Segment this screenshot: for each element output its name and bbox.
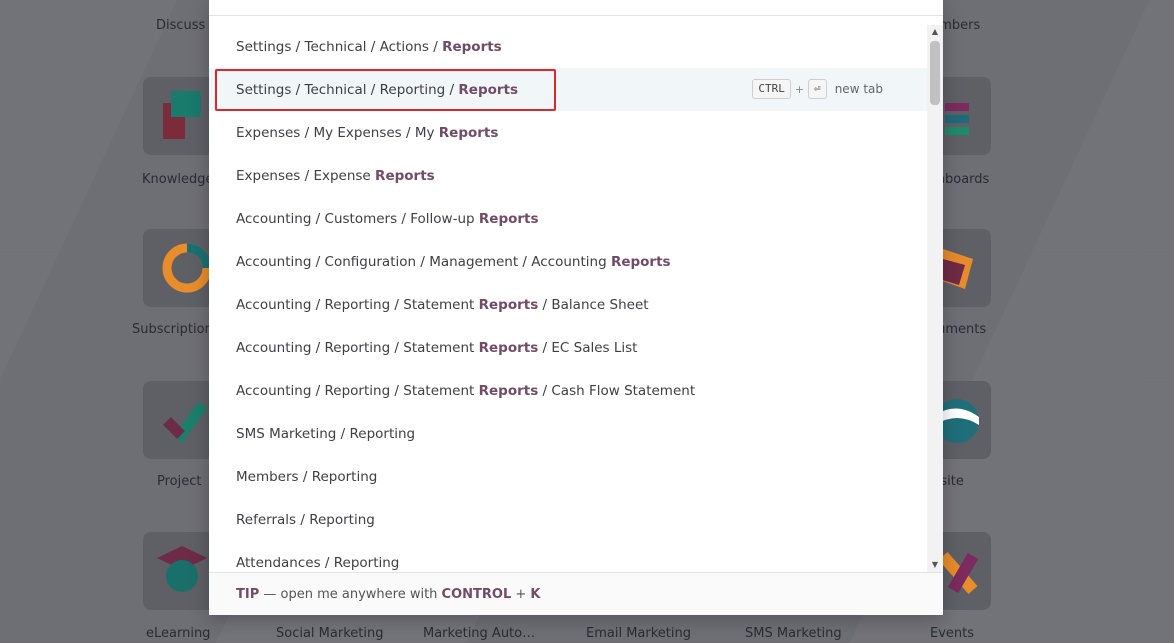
result-row[interactable]: Expenses / Expense Reports [209,154,927,197]
result-row[interactable]: Accounting / Reporting / Statement Repor… [209,369,927,412]
result-row[interactable]: Accounting / Configuration / Management … [209,240,927,283]
palette-footer-tip: TIP — open me anywhere with CONTROL + K [209,572,943,615]
scrollbar-thumb[interactable] [930,41,940,105]
result-row[interactable]: Expenses / My Expenses / My Reports [209,111,927,154]
result-text: Accounting / Reporting / Statement Repor… [236,296,649,313]
result-text: Referrals / Reporting [236,511,375,528]
result-text: Accounting / Reporting / Statement Repor… [236,382,696,399]
search-divider [209,15,943,16]
app-label-social-marketing: Social Marketing [276,626,384,641]
result-text: Expenses / Expense Reports [236,167,435,184]
result-row[interactable]: SMS Marketing / Reporting [209,412,927,455]
k-key: K [530,586,541,602]
tip-text: — open me anywhere with [259,586,442,602]
result-text: Accounting / Reporting / Statement Repor… [236,339,638,356]
new-tab-shortcut-hint: CTRL + ⏎ new tab [752,79,883,99]
plus-sign: + [794,82,805,96]
result-text: Attendances / Reporting [236,554,400,571]
result-text: Accounting / Customers / Follow-up Repor… [236,210,539,227]
result-row-focused[interactable]: Settings / Technical / Reporting / Repor… [209,68,927,111]
app-label-subscriptions: Subscriptions [132,322,220,337]
result-row[interactable]: Referrals / Reporting [209,498,927,541]
result-text: Members / Reporting [236,468,378,485]
app-label-project: Project [157,474,202,489]
enter-key-icon: ⏎ [808,79,827,99]
result-text: Settings / Technical / Actions / Reports [236,38,502,55]
result-row[interactable]: Settings / Technical / Actions / Reports [209,25,927,68]
result-row[interactable]: Accounting / Reporting / Statement Repor… [209,283,927,326]
result-text: Expenses / My Expenses / My Reports [236,124,499,141]
command-results-list: Settings / Technical / Actions / Reports… [209,25,927,572]
app-label-knowledge: Knowledge [142,172,214,187]
result-row[interactable]: Attendances / Reporting [209,541,927,572]
app-label-discuss: Discuss [156,18,206,33]
app-label-events: Events [930,626,975,641]
app-label-elearning: eLearning [146,626,211,641]
result-text: SMS Marketing / Reporting [236,425,416,442]
results-scrollbar[interactable]: ▲ ▼ [927,25,943,572]
result-text: Settings / Technical / Reporting / Repor… [236,81,519,98]
control-key: CONTROL [441,586,512,602]
app-label-marketing-automation: Marketing Auto… [423,626,536,641]
triangle-up-icon[interactable]: ▲ [927,25,943,39]
tip-plus: + [511,586,531,602]
result-row[interactable]: Accounting / Reporting / Statement Repor… [209,326,927,369]
result-row[interactable]: Accounting / Customers / Follow-up Repor… [209,197,927,240]
result-text: Accounting / Configuration / Management … [236,253,671,270]
command-palette: Settings / Technical / Actions / Reports… [209,0,943,615]
new-tab-label: new tab [834,82,883,96]
app-label-email-marketing: Email Marketing [586,626,691,641]
result-row[interactable]: Members / Reporting [209,455,927,498]
ctrl-key: CTRL [752,79,791,99]
tip-label: TIP [236,586,260,602]
app-label-sms-marketing: SMS Marketing [745,626,842,641]
triangle-down-icon[interactable]: ▼ [927,558,943,572]
